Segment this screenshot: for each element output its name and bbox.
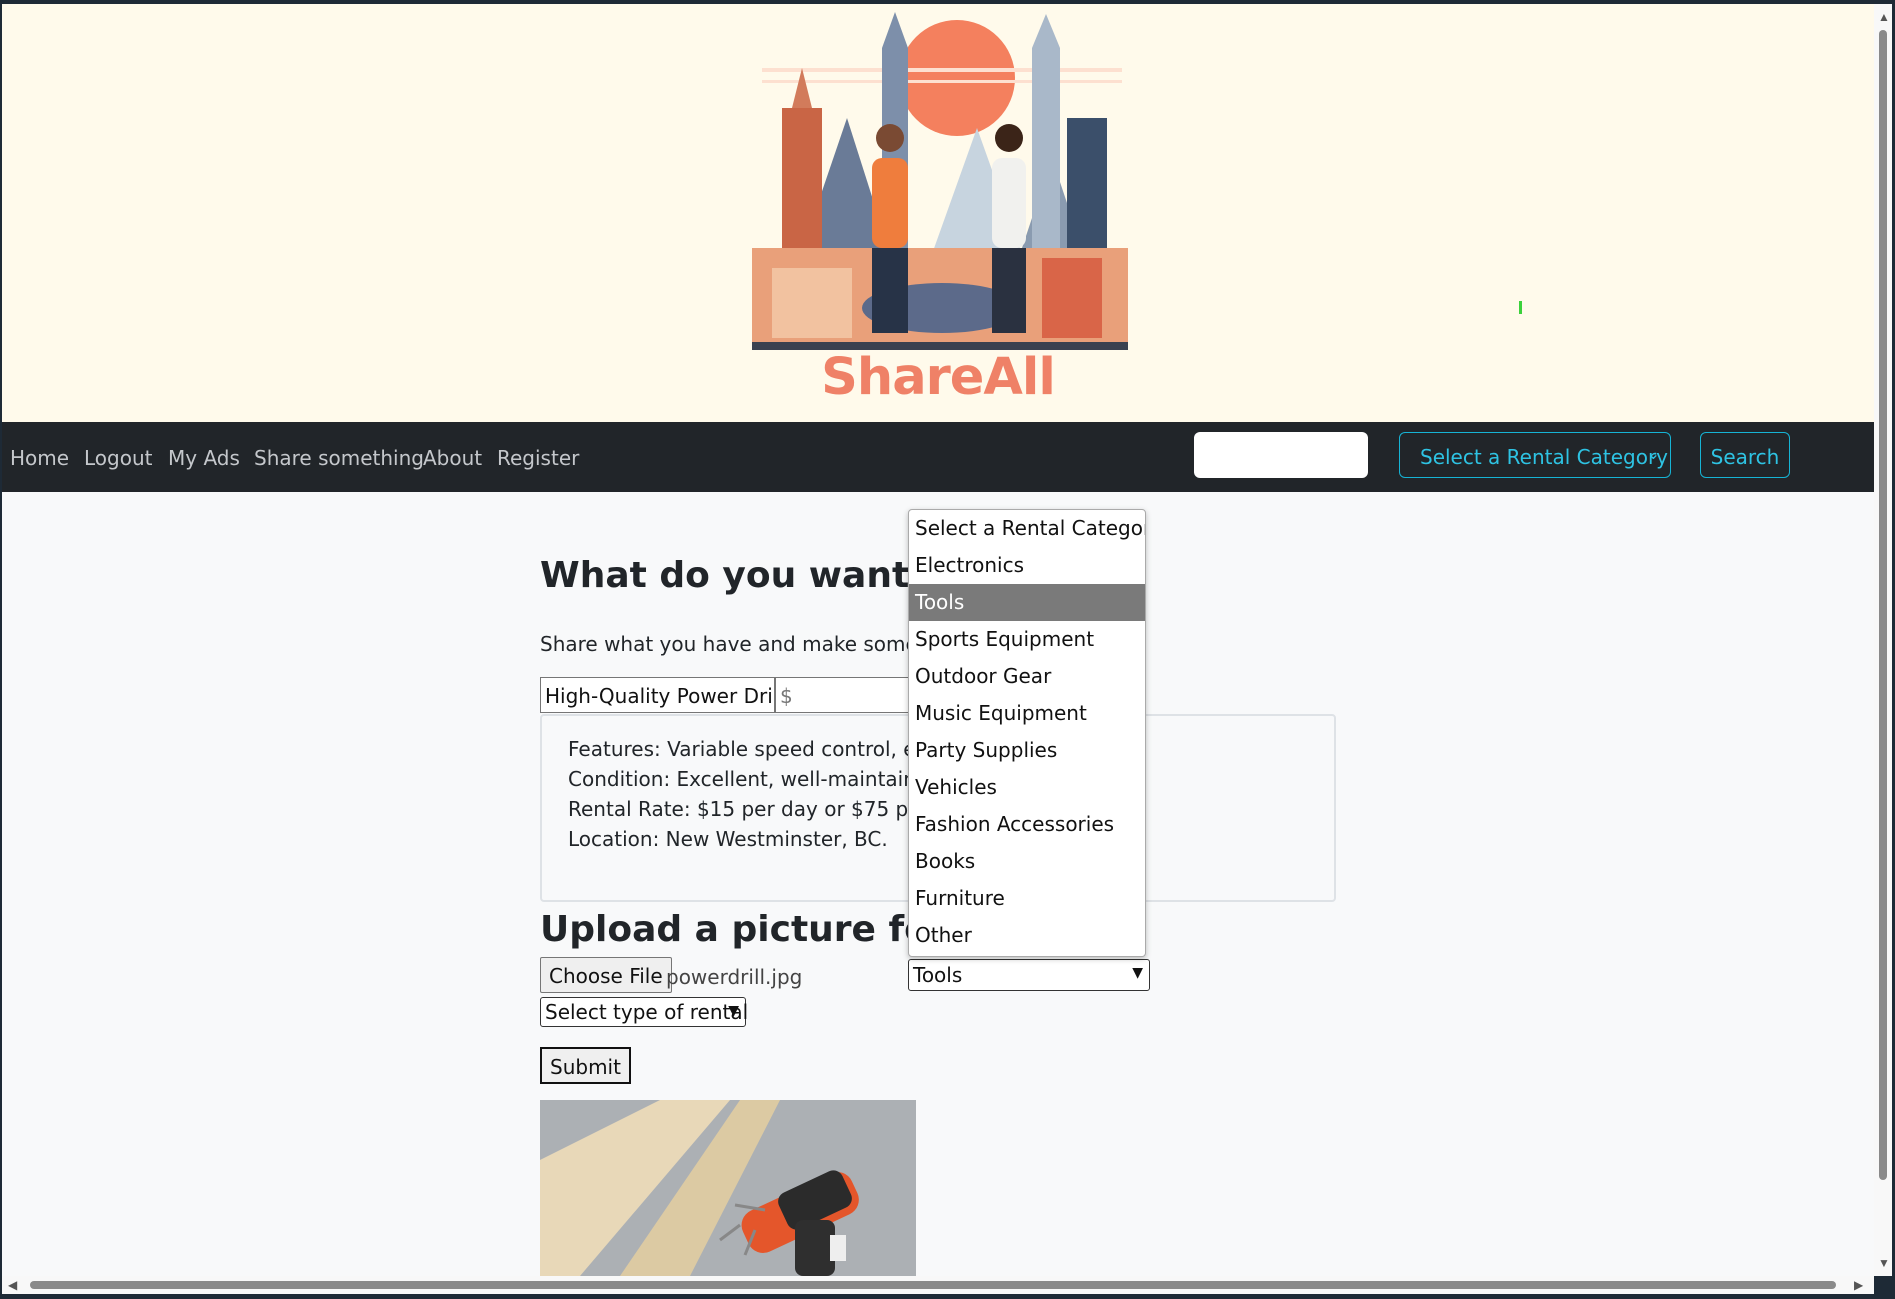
- ad-title-input[interactable]: High-Quality Power Drill: [540, 677, 775, 713]
- category-dropdown-list[interactable]: Select a Rental Category Electronics Tools…: [908, 509, 1146, 957]
- dropdown-option[interactable]: Vehicles: [909, 769, 1145, 806]
- nav-logout[interactable]: Logout: [84, 446, 152, 470]
- category-select[interactable]: Tools ▼: [908, 959, 1150, 991]
- nav-category-label: Select a Rental Category: [1420, 445, 1669, 469]
- vertical-scrollbar[interactable]: ▲ ▼: [1874, 4, 1892, 1276]
- dropdown-option[interactable]: Fashion Accessories: [909, 806, 1145, 843]
- rental-type-value: Select type of rental: [545, 1000, 749, 1024]
- price-input[interactable]: $: [775, 677, 910, 713]
- vertical-scroll-thumb[interactable]: [1879, 30, 1887, 1180]
- hero-illustration: [752, 8, 1128, 350]
- category-select-value: Tools: [913, 963, 963, 987]
- scroll-up-icon[interactable]: ▲: [1878, 10, 1890, 24]
- selected-file-name: powerdrill.jpg: [666, 965, 803, 989]
- uploaded-image-preview: [540, 1100, 916, 1276]
- dropdown-option[interactable]: Party Supplies: [909, 732, 1145, 769]
- rental-type-select[interactable]: Select type of rental ▼: [540, 997, 749, 1027]
- dropdown-option[interactable]: Sports Equipment: [909, 621, 1145, 658]
- horizontal-scroll-thumb[interactable]: [30, 1281, 1836, 1289]
- page-subtitle: Share what you have and make some mor: [540, 632, 965, 656]
- site-header: ShareAll: [2, 4, 1874, 422]
- scroll-right-icon[interactable]: ▶: [1854, 1278, 1863, 1292]
- nav-about[interactable]: About: [423, 446, 482, 470]
- dropdown-option[interactable]: Outdoor Gear: [909, 658, 1145, 695]
- dropdown-option[interactable]: Electronics: [909, 547, 1145, 584]
- dropdown-option[interactable]: Select a Rental Category: [909, 510, 1145, 547]
- chevron-down-icon: ▼: [728, 1003, 739, 1019]
- dropdown-option[interactable]: Books: [909, 843, 1145, 880]
- nav-register[interactable]: Register: [497, 446, 579, 470]
- brand-title[interactable]: ShareAll: [2, 348, 1874, 407]
- dropdown-option[interactable]: Other: [909, 917, 1145, 954]
- nav-my-ads[interactable]: My Ads: [168, 446, 240, 470]
- horizontal-scrollbar[interactable]: ◀ ▶: [2, 1276, 1874, 1294]
- nav-share-something[interactable]: Share something: [254, 446, 424, 470]
- scroll-down-icon[interactable]: ▼: [1878, 1256, 1890, 1270]
- submit-button[interactable]: Submit: [540, 1047, 631, 1084]
- search-input[interactable]: [1194, 432, 1368, 478]
- dropdown-option[interactable]: Tools: [909, 584, 1145, 621]
- dropdown-option[interactable]: Music Equipment: [909, 695, 1145, 732]
- chevron-down-icon: ▼: [1132, 965, 1143, 981]
- dropdown-option[interactable]: Furniture: [909, 880, 1145, 917]
- browser-viewport: ShareAll Home Logout My Ads Share someth…: [2, 4, 1874, 1276]
- chevron-down-icon: ⌄: [1646, 444, 1660, 463]
- search-button[interactable]: Search: [1700, 432, 1790, 478]
- nav-category-select[interactable]: Select a Rental Category ⌄: [1399, 432, 1671, 478]
- cursor-marker: [1519, 301, 1522, 314]
- scroll-left-icon[interactable]: ◀: [8, 1278, 17, 1292]
- nav-home[interactable]: Home: [10, 446, 69, 470]
- choose-file-button[interactable]: Choose File: [540, 957, 672, 993]
